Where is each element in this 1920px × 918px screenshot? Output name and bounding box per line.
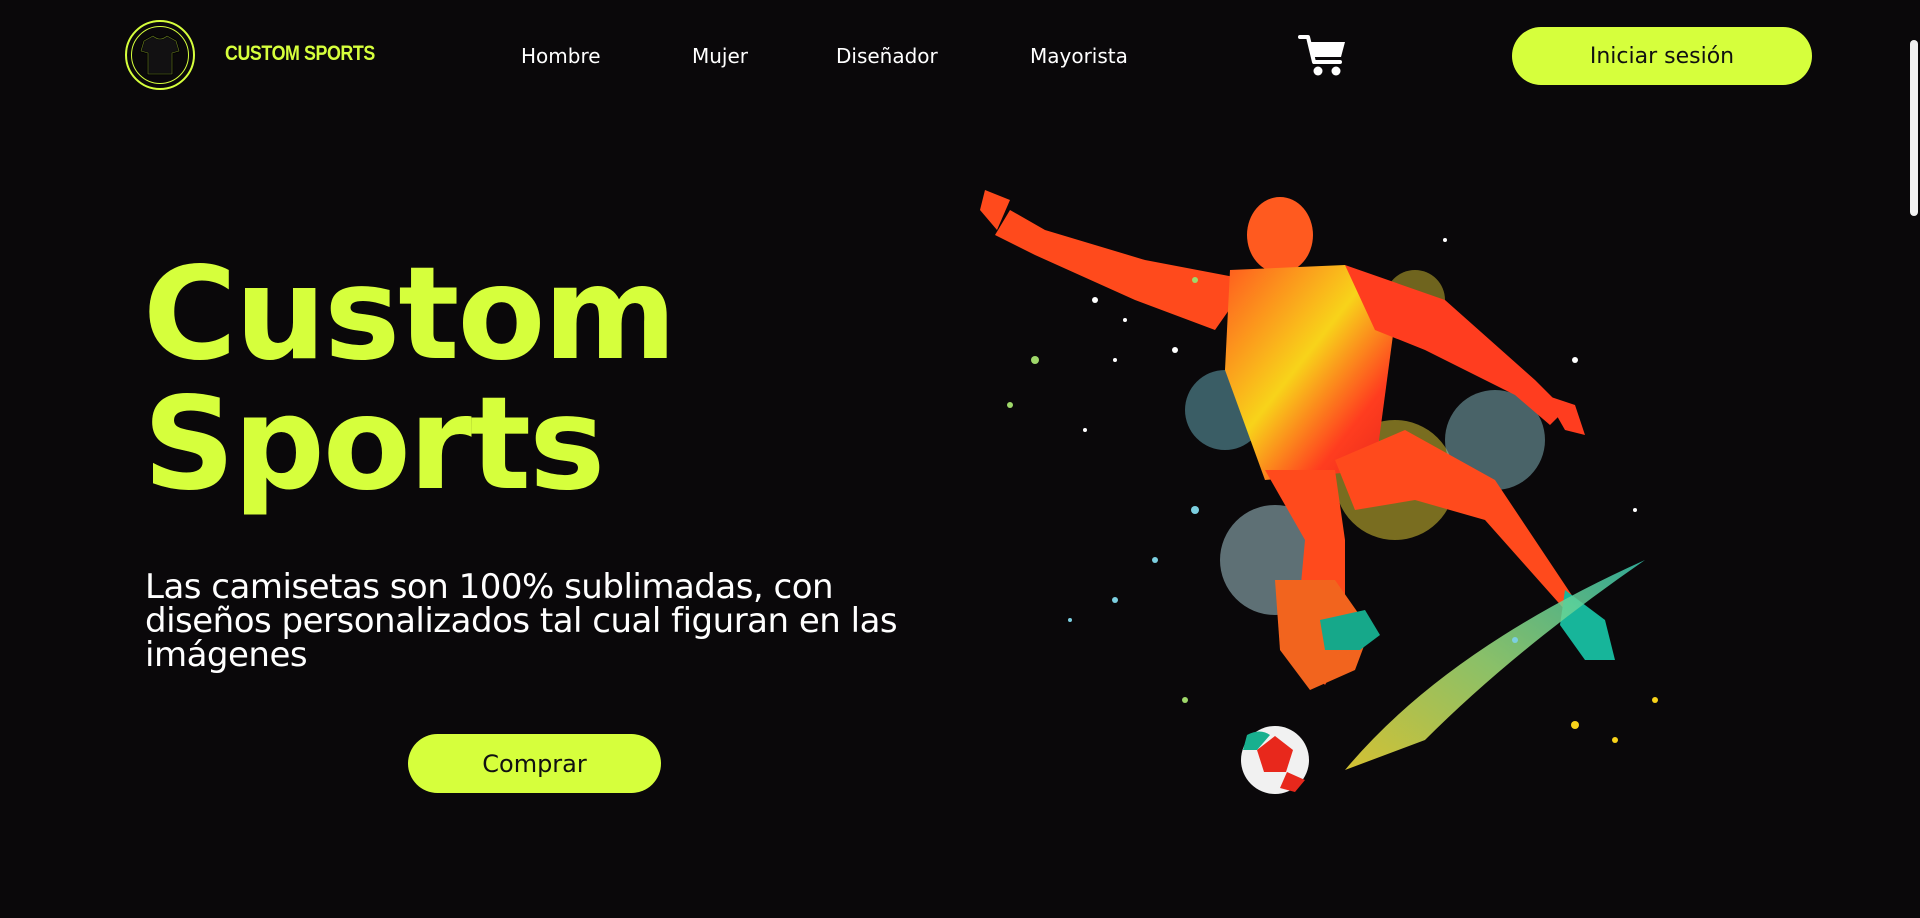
scrollbar-thumb[interactable] [1910,40,1918,216]
logo-badge[interactable] [125,20,195,90]
tshirt-icon [140,34,180,76]
nav-item-mujer[interactable]: Mujer [692,44,748,68]
hero-title: Custom Sports [143,240,677,519]
hero-subtitle: Las camisetas son 100% sublimadas, con d… [145,567,898,675]
nav-item-hombre[interactable]: Hombre [521,44,601,68]
site-header: CUSTOM SPORTS Hombre Mujer Diseñador May… [0,0,1920,112]
nav-item-disenador[interactable]: Diseñador [836,44,938,68]
buy-button[interactable]: Comprar [408,734,661,793]
login-button[interactable]: Iniciar sesión [1512,27,1812,85]
nav-item-mayorista[interactable]: Mayorista [1030,44,1128,68]
logo-text[interactable]: CUSTOM SPORTS [225,42,375,66]
hero-title-line-1: Custom [143,240,677,389]
page-scrollbar[interactable] [1908,0,1920,918]
cart-icon [1298,35,1345,76]
cart-button[interactable] [1298,32,1348,78]
soccer-player-splash-illustration [980,190,1658,794]
hero-title-line-2: Sports [143,370,605,519]
